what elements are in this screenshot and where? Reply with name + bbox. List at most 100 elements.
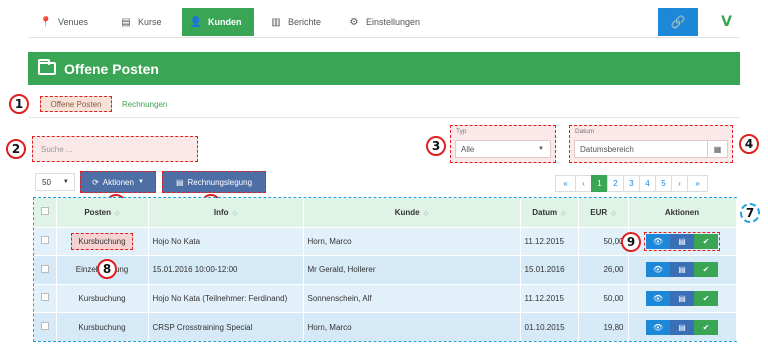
calendar-icon[interactable]: ▦	[707, 141, 727, 157]
cell-info: 15.01.2016 10:00-12:00	[148, 255, 304, 284]
view-button[interactable]: 👁	[646, 262, 670, 278]
invoice-button[interactable]: ▤	[670, 262, 694, 278]
row-checkbox[interactable]	[34, 283, 57, 313]
page-header: Offene Posten	[28, 52, 740, 85]
cell-posten: Kursbuchung	[56, 312, 149, 341]
cell-info: Hojo No Kata	[148, 226, 304, 256]
cell-datum: 11.12.2015	[520, 283, 579, 313]
header-eur[interactable]: EUR ◇	[578, 198, 629, 227]
refresh-icon: ⟳	[92, 177, 99, 187]
cell-eur: 50,00	[578, 283, 629, 313]
cell-posten: Kursbuchung	[56, 283, 149, 313]
cell-kunde: Sonnenschein, Alf	[303, 283, 521, 313]
view-button[interactable]: 👁	[646, 290, 670, 306]
page-prev[interactable]: ‹	[575, 175, 592, 192]
sort-icon: ◇	[423, 210, 429, 217]
rechnungslegung-button[interactable]: ▤ Rechnungslegung	[162, 171, 266, 193]
row-checkbox[interactable]	[34, 255, 57, 284]
cell-actions: 👁 ▤ ✔	[628, 312, 737, 341]
cell-kunde: Horn, Marco	[303, 312, 521, 341]
row-checkbox[interactable]	[34, 226, 57, 256]
search-input[interactable]: Suche ...	[32, 136, 198, 162]
check-icon: ✔	[702, 322, 710, 332]
page-2[interactable]: 2	[607, 175, 624, 192]
confirm-button[interactable]: ✔	[694, 290, 718, 306]
confirm-button[interactable]: ✔	[694, 233, 718, 249]
invoice-button[interactable]: ▤	[670, 233, 694, 249]
nav-berichte[interactable]: ▥ Berichte	[262, 8, 329, 36]
confirm-button[interactable]: ✔	[694, 262, 718, 278]
nav-einstellungen-label: Einstellungen	[366, 17, 421, 27]
map-pin-icon: 📍	[39, 16, 53, 28]
tab-rechnungen[interactable]: Rechnungen	[122, 96, 167, 112]
select-all-checkbox[interactable]	[34, 198, 57, 227]
callout-3: 3	[426, 136, 446, 156]
row-checkbox[interactable]	[34, 312, 57, 341]
cell-datum: 15.01.2016	[520, 255, 579, 284]
callout-1: 1	[9, 94, 29, 114]
eye-icon: 👁	[652, 236, 664, 246]
page-3[interactable]: 3	[623, 175, 640, 192]
table-row: Kursbuchung Hojo No Kata (Teilnehmer: Fe…	[34, 283, 737, 313]
page-1[interactable]: 1	[591, 175, 608, 192]
caret-down-icon: ▼	[137, 179, 144, 185]
eye-icon: 👁	[652, 293, 664, 303]
nav-kunden[interactable]: 👤 Kunden	[182, 8, 254, 36]
view-button[interactable]: 👁	[646, 319, 670, 335]
cell-datum: 11.12.2015	[520, 226, 579, 256]
confirm-button[interactable]: ✔	[694, 319, 718, 335]
invoice-icon: ▤	[678, 322, 686, 332]
cell-actions: 👁 ▤ ✔	[628, 226, 737, 256]
table-header-row: Posten ◇ Info ◇ Kunde ◇ Datum ◇ EUR ◇ Aktione…	[34, 198, 737, 227]
callout-4: 4	[739, 134, 759, 154]
cell-info: Hojo No Kata (Teilnehmer: Ferdinand)	[148, 283, 304, 313]
callout-8: 8	[97, 259, 117, 279]
nav-kurse-label: Kurse	[138, 17, 162, 27]
check-icon: ✔	[702, 265, 710, 275]
header-info[interactable]: Info ◇	[148, 198, 304, 227]
cell-actions: 👁 ▤ ✔	[628, 283, 737, 313]
invoice-button[interactable]: ▤	[670, 290, 694, 306]
page-last[interactable]: »	[687, 175, 708, 192]
header-datum[interactable]: Datum ◇	[520, 198, 579, 227]
caret-down-icon: ▼	[62, 179, 69, 185]
view-button[interactable]: 👁	[646, 233, 670, 249]
link-icon: 🔗	[670, 15, 686, 29]
header-posten[interactable]: Posten ◇	[56, 198, 149, 227]
typ-filter: Typ Alle ▼	[450, 125, 556, 163]
invoice-icon: ▤	[678, 236, 686, 246]
nav-einstellungen[interactable]: ⚙ Einstellungen	[340, 8, 428, 36]
top-navigation: 📍 Venues ▤ Kurse 👤 Kunden ▥ Berichte ⚙ E…	[28, 6, 740, 38]
gears-icon: ⚙	[349, 16, 359, 28]
folder-open-icon	[38, 59, 56, 75]
eye-icon: 👁	[652, 265, 664, 275]
link-button[interactable]: 🔗	[658, 8, 698, 36]
header-aktionen: Aktionen	[628, 198, 737, 227]
datum-input[interactable]: Datumsbereich ▦	[574, 140, 728, 158]
page-first[interactable]: «	[555, 175, 576, 192]
sort-icon: ◇	[561, 210, 566, 217]
invoice-button[interactable]: ▤	[670, 319, 694, 335]
sort-icon: ◇	[611, 210, 616, 217]
sort-icon: ◇	[115, 210, 120, 217]
page-next[interactable]: ›	[671, 175, 688, 192]
tab-offene-posten[interactable]: Offene Posten	[40, 96, 112, 112]
invoice-icon: ▤	[678, 293, 686, 303]
check-icon: ✔	[702, 236, 710, 246]
nav-venues[interactable]: 📍 Venues	[32, 8, 96, 36]
cell-eur: 19,80	[578, 312, 629, 341]
header-kunde[interactable]: Kunde ◇	[303, 198, 521, 227]
typ-select[interactable]: Alle ▼	[455, 140, 551, 158]
nav-kurse[interactable]: ▤ Kurse	[112, 8, 170, 36]
bar-chart-icon: ▥	[271, 16, 281, 28]
rechnungslegung-label: Rechnungslegung	[187, 177, 253, 187]
pagination: « ‹ 1 2 3 4 5 › »	[555, 175, 708, 192]
page-4[interactable]: 4	[639, 175, 656, 192]
aktionen-button[interactable]: ⟳ Aktionen ▼	[80, 171, 156, 193]
page-5[interactable]: 5	[655, 175, 672, 192]
user-icon: 👤	[189, 16, 203, 28]
invoice-icon: ▤	[678, 265, 686, 275]
cell-actions: 👁 ▤ ✔	[628, 255, 737, 284]
callout-7: 7	[740, 203, 760, 223]
per-page-select[interactable]: 50 ▼	[35, 173, 75, 191]
